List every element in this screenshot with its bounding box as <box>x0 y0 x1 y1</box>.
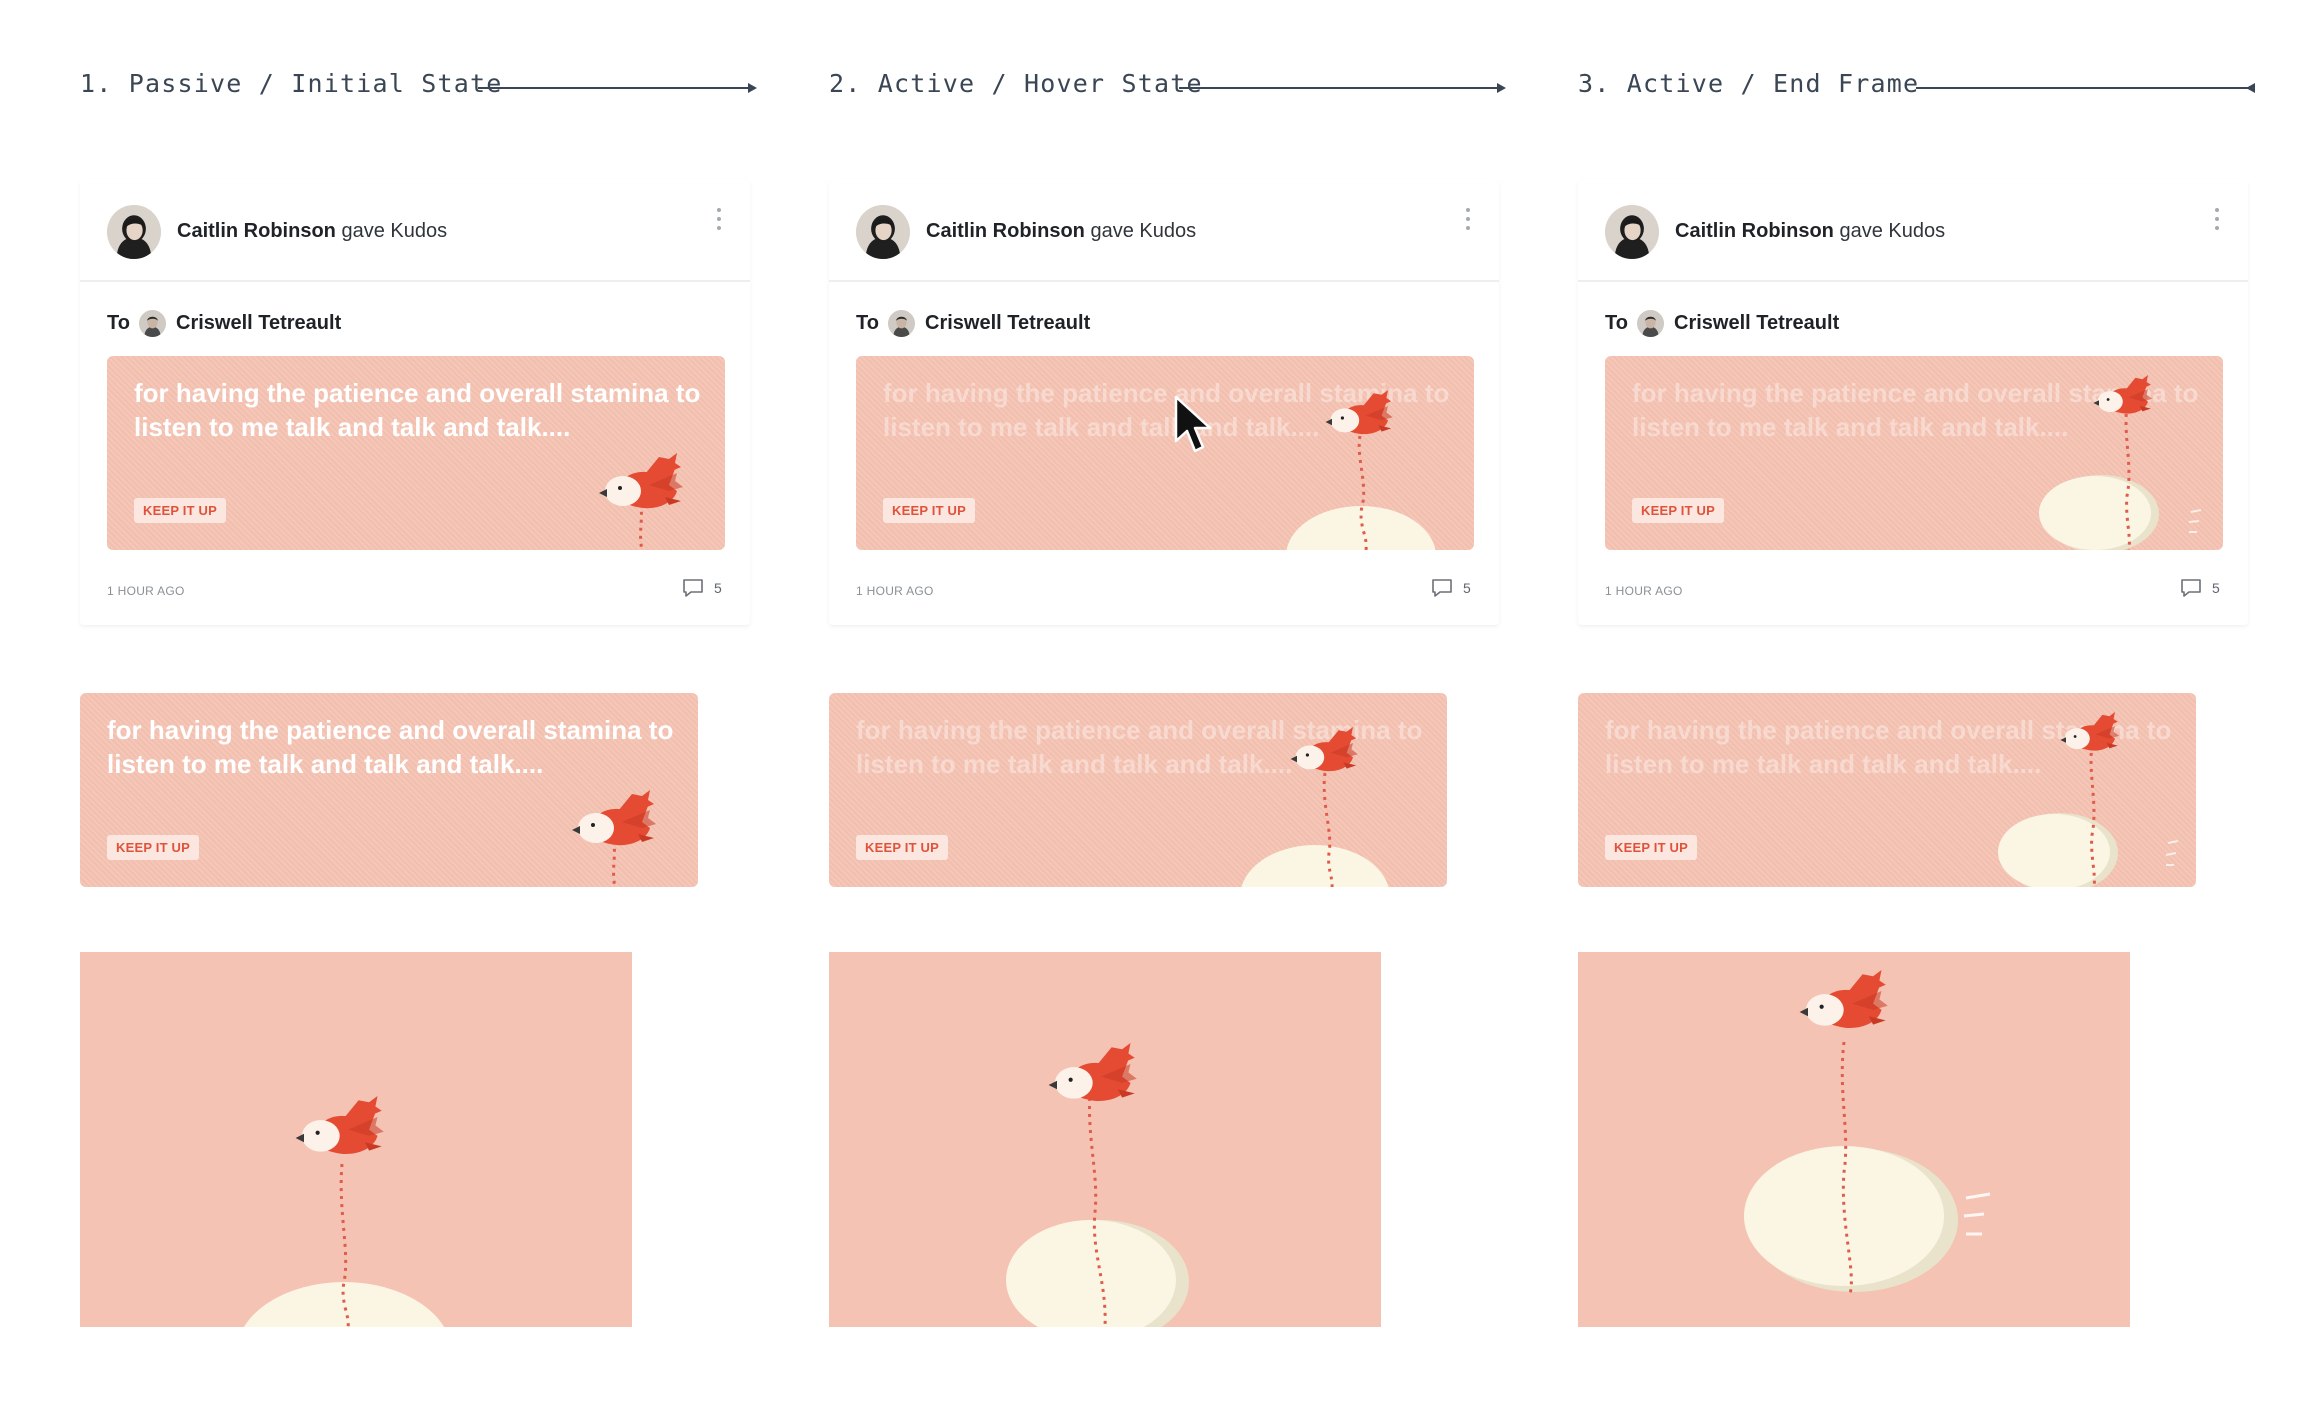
recipient-avatar[interactable] <box>888 310 915 337</box>
giver-line: Caitlin Robinson gave Kudos <box>177 220 447 243</box>
animation-frame <box>1578 952 2130 1327</box>
avatar[interactable] <box>107 205 161 259</box>
giver-name[interactable]: Caitlin Robinson <box>1675 220 1834 242</box>
stage-title: 3. Active / End Frame <box>1578 69 1920 98</box>
giver-action: gave Kudos <box>341 220 448 242</box>
recipient-name[interactable]: Criswell Tetreault <box>176 312 341 335</box>
to-label: To <box>1605 312 1628 334</box>
kudos-tag: KEEP IT UP <box>883 498 976 523</box>
kudos-message: for having the patience and overall stam… <box>134 378 701 442</box>
to-label: To <box>107 312 130 334</box>
kudos-feed-card[interactable]: Caitlin Robinson gave Kudos To Criswell … <box>80 180 750 625</box>
giver-line: Caitlin Robinson gave Kudos <box>1675 220 1945 243</box>
recipient-name[interactable]: Criswell Tetreault <box>925 312 1090 335</box>
card-header: Caitlin Robinson gave Kudos <box>829 180 1499 282</box>
comment-count[interactable]: 5 <box>714 580 722 596</box>
timestamp: 1 HOUR AGO <box>1605 584 1683 598</box>
avatar[interactable] <box>1605 205 1659 259</box>
giver-name[interactable]: Caitlin Robinson <box>177 220 336 242</box>
comment-icon[interactable] <box>682 578 704 598</box>
stage-column-3: 3. Active / End Frame Caitlin Robinson g… <box>1578 0 2258 1404</box>
giver-name[interactable]: Caitlin Robinson <box>926 220 1085 242</box>
mouse-pointer-icon <box>1172 395 1212 455</box>
kudos-tag: KEEP IT UP <box>107 835 200 860</box>
more-vertical-icon[interactable] <box>712 204 726 236</box>
comment-count[interactable]: 5 <box>2212 580 2220 596</box>
kudos-banner-standalone[interactable]: for having the patience and overall stam… <box>829 693 1447 887</box>
card-header: Caitlin Robinson gave Kudos <box>1578 180 2248 282</box>
kudos-banner-standalone[interactable]: for having the patience and overall stam… <box>1578 693 2196 887</box>
recipient-name[interactable]: Criswell Tetreault <box>1674 312 1839 335</box>
animation-frame <box>829 952 1381 1327</box>
avatar[interactable] <box>856 205 910 259</box>
kudos-message: for having the patience and overall stam… <box>107 715 674 779</box>
comment-icon[interactable] <box>2180 578 2202 598</box>
kudos-banner[interactable]: for having the patience and overall stam… <box>107 356 725 550</box>
kudos-banner[interactable]: for having the patience and overall stam… <box>856 356 1474 550</box>
stage-header: 1. Passive / Initial State <box>80 60 760 110</box>
recipient-avatar[interactable] <box>139 310 166 337</box>
kudos-tag: KEEP IT UP <box>1605 835 1698 860</box>
arrow-right-icon <box>478 60 758 110</box>
kudos-feed-card[interactable]: Caitlin Robinson gave Kudos To Criswell … <box>829 180 1499 625</box>
comment-icon[interactable] <box>1431 578 1453 598</box>
kudos-banner[interactable]: for having the patience and overall stam… <box>1605 356 2223 550</box>
giver-line: Caitlin Robinson gave Kudos <box>926 220 1196 243</box>
stage-header: 2. Active / Hover State <box>829 60 1509 110</box>
more-vertical-icon[interactable] <box>1461 204 1475 236</box>
arrow-right-icon <box>1179 60 1507 110</box>
stage-title: 2. Active / Hover State <box>829 69 1203 98</box>
stage-header: 3. Active / End Frame <box>1578 60 2258 110</box>
animation-frame <box>80 952 632 1327</box>
arrow-left-icon <box>1916 60 2256 110</box>
kudos-tag: KEEP IT UP <box>134 498 227 523</box>
giver-action: gave Kudos <box>1090 220 1197 242</box>
kudos-banner-standalone[interactable]: for having the patience and overall stam… <box>80 693 698 887</box>
timestamp: 1 HOUR AGO <box>107 584 185 598</box>
more-vertical-icon[interactable] <box>2210 204 2224 236</box>
stage-column-1: 1. Passive / Initial State Caitlin Robin… <box>80 0 760 1404</box>
comment-count[interactable]: 5 <box>1463 580 1471 596</box>
kudos-feed-card[interactable]: Caitlin Robinson gave Kudos To Criswell … <box>1578 180 2248 625</box>
giver-action: gave Kudos <box>1839 220 1946 242</box>
stage-column-2: 2. Active / Hover State Caitlin Robinson… <box>829 0 1509 1404</box>
kudos-tag: KEEP IT UP <box>1632 498 1725 523</box>
kudos-tag: KEEP IT UP <box>856 835 949 860</box>
to-label: To <box>856 312 879 334</box>
timestamp: 1 HOUR AGO <box>856 584 934 598</box>
recipient-avatar[interactable] <box>1637 310 1664 337</box>
card-header: Caitlin Robinson gave Kudos <box>80 180 750 282</box>
stage-title: 1. Passive / Initial State <box>80 69 503 98</box>
